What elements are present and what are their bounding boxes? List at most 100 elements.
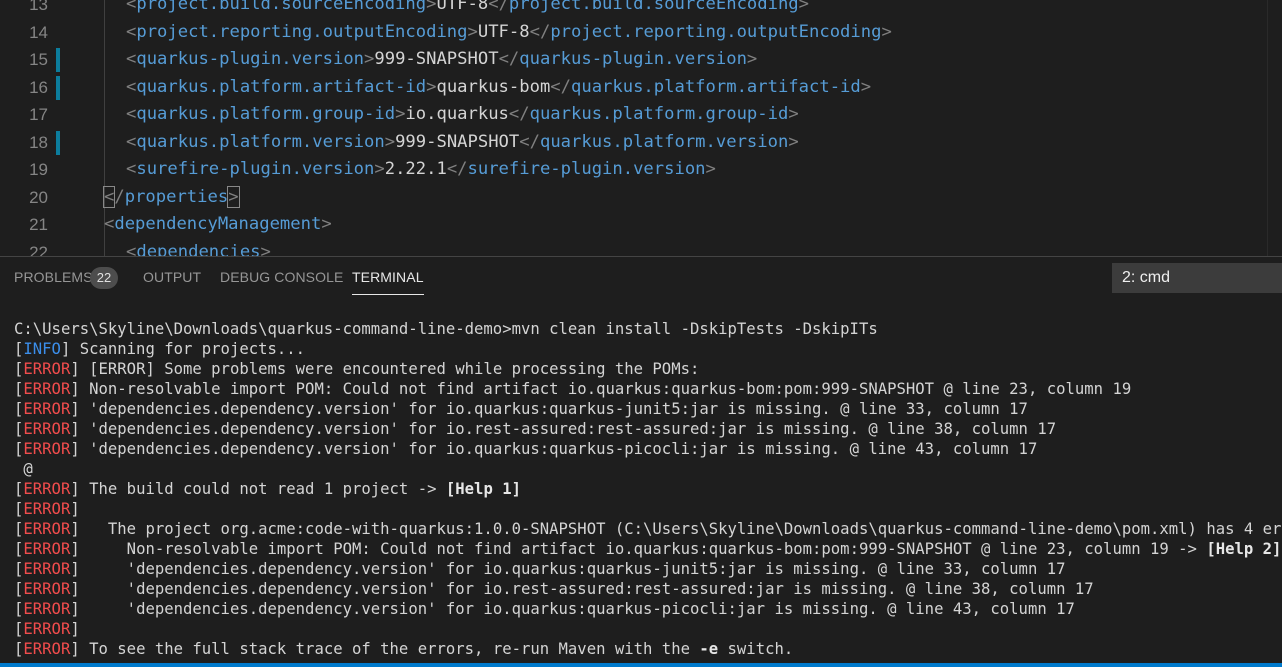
xml-punct: > (788, 104, 799, 124)
bracket-match: > (227, 185, 240, 208)
xml-tag-name: project.build.sourceEncoding (136, 0, 427, 14)
xml-punct: < (126, 76, 137, 97)
xml-tag-name: quarkus.platform.version (539, 131, 789, 152)
xml-tag-name: quarkus.platform.group-id (136, 104, 396, 124)
log-level-tag: ERROR (23, 440, 71, 458)
xml-punct: < (126, 0, 137, 14)
terminal-line: [ERROR] The project org.acme:code-with-q… (14, 519, 1282, 539)
xml-punct: > (788, 131, 799, 152)
log-message: 'dependencies.dependency.version' for io… (79, 400, 1028, 418)
log-level-tag: ERROR (23, 380, 71, 398)
tab-debug-console[interactable]: DEBUG CONSOLE (220, 269, 343, 285)
problems-count-badge: 22 (90, 267, 118, 289)
terminal-line: C:\Users\Skyline\Downloads\quarkus-comma… (14, 319, 1282, 339)
log-level-tag: ERROR (23, 600, 71, 618)
status-bar (0, 663, 1282, 667)
code-line[interactable]: <project.reporting.outputEncoding>UTF-8<… (126, 19, 892, 47)
xml-text-value: quarkus-bom (436, 76, 551, 97)
log-level-tag: ERROR (23, 520, 71, 538)
editor-scrollbar[interactable] (1267, 0, 1282, 256)
log-level-tag: ERROR (23, 640, 71, 658)
tab-output[interactable]: OUTPUT (143, 269, 201, 285)
help-reference: [Help 2] (1206, 540, 1282, 558)
xml-punct: </ (519, 131, 540, 152)
tab-terminal[interactable]: TERMINAL (352, 269, 424, 295)
xml-punct: < (126, 104, 137, 124)
log-message: To see the full stack trace of the error… (79, 640, 700, 658)
terminal-output[interactable]: C:\Users\Skyline\Downloads\quarkus-comma… (14, 319, 1282, 667)
terminal-line: [ERROR] 'dependencies.dependency.version… (14, 560, 1066, 578)
terminal-selector-dropdown[interactable]: 2: cmd (1112, 263, 1282, 293)
code-line[interactable]: <quarkus.platform.version>999-SNAPSHOT</… (126, 129, 799, 157)
xml-text-value: 999-SNAPSHOT (374, 49, 499, 69)
code-line[interactable]: <quarkus.platform.artifact-id>quarkus-bo… (126, 74, 871, 102)
modified-line-indicator (56, 75, 60, 100)
code-line[interactable]: <quarkus-plugin.version>999-SNAPSHOT</qu… (126, 46, 757, 74)
terminal-line: [INFO] Scanning for projects... (14, 340, 306, 358)
xml-punct: > (384, 131, 396, 152)
terminal-line: [ERROR] (14, 500, 80, 518)
code-line[interactable]: </properties> (102, 184, 240, 212)
xml-punct: < (126, 131, 137, 152)
xml-punct: < (126, 159, 137, 179)
log-level-tag: ERROR (23, 360, 71, 378)
xml-punct: > (321, 214, 332, 234)
code-editor[interactable]: 13 14 15 16 17 18 19 20 21 22 <project.build.sour… (0, 0, 1282, 256)
xml-punct: > (746, 49, 758, 69)
xml-text-value: UTF-8 (477, 21, 530, 42)
code-line[interactable]: <dependencyManagement> (104, 211, 332, 239)
xml-text-value: 2.22.1 (384, 159, 447, 179)
log-message: @ (14, 460, 33, 478)
xml-punct: > (260, 241, 271, 257)
xml-punct: > (467, 21, 478, 42)
log-level-tag: ERROR (23, 480, 71, 498)
line-number: 18 (29, 132, 48, 152)
code-line[interactable]: <quarkus.platform.group-id>io.quarkus</q… (126, 101, 799, 129)
panel-tab-bar: PROBLEMS 22 OUTPUT DEBUG CONSOLE TERMINA… (0, 257, 900, 297)
xml-punct: </ (446, 159, 468, 179)
xml-punct: </ (508, 104, 530, 124)
code-area[interactable]: <project.build.sourceEncoding>UTF-8</pro… (84, 0, 1282, 256)
xml-text-value: io.quarkus (405, 104, 509, 124)
log-level-tag: ERROR (23, 500, 71, 518)
help-reference: -e (699, 640, 719, 658)
line-number: 13 (29, 0, 48, 14)
xml-tag-name: quarkus-plugin.version (136, 49, 365, 69)
terminal-line: [ERROR] To see the full stack trace of t… (14, 640, 794, 658)
xml-tag-name: quarkus.platform.artifact-id (136, 76, 427, 97)
modified-line-indicator (56, 48, 60, 72)
xml-punct: < (104, 214, 115, 234)
xml-tag-name: properties (124, 186, 229, 207)
xml-tag-name: project.build.sourceEncoding (508, 0, 799, 14)
modified-line-indicator (56, 130, 60, 155)
xml-punct: < (126, 21, 137, 42)
xml-punct: > (798, 0, 810, 14)
xml-punct: </ (550, 76, 571, 97)
xml-punct: </ (529, 21, 551, 42)
terminal-line: [ERROR] 'dependencies.dependency.version… (14, 440, 1038, 458)
tab-problems[interactable]: PROBLEMS (14, 269, 93, 285)
log-message: C:\Users\Skyline\Downloads\quarkus-comma… (14, 320, 878, 338)
xml-tag-name: dependencies (136, 241, 261, 257)
log-message: [ERROR] Some problems were encountered w… (79, 360, 700, 378)
xml-punct: > (881, 21, 892, 42)
terminal-line: [ERROR] The build could not read 1 proje… (14, 480, 521, 498)
bracket-match: < (102, 185, 116, 208)
xml-punct: < (126, 49, 137, 69)
code-line[interactable]: <project.build.sourceEncoding>UTF-8</pro… (126, 0, 809, 19)
line-number: 15 (29, 50, 48, 69)
code-line[interactable]: <surefire-plugin.version>2.22.1</surefir… (126, 156, 716, 184)
xml-tag-name: project.reporting.outputEncoding (550, 21, 882, 42)
line-number: 19 (29, 160, 48, 179)
xml-tag-name: dependencyManagement (114, 214, 322, 234)
xml-tag-name: quarkus-plugin.version (519, 49, 747, 69)
xml-tag-name: quarkus.platform.group-id (529, 104, 789, 124)
code-line[interactable]: <dependencies> (126, 239, 271, 257)
log-message: 'dependencies.dependency.version' for io… (79, 600, 1075, 618)
line-number: 21 (29, 215, 48, 234)
terminal-line: [ERROR] 'dependencies.dependency.version… (14, 600, 1075, 618)
terminal-line: [ERROR] [ERROR] Some problems were encou… (14, 360, 700, 378)
terminal-line: @ (14, 459, 1282, 479)
line-number: 22 (29, 242, 48, 257)
xml-text-value: UTF-8 (436, 0, 489, 14)
